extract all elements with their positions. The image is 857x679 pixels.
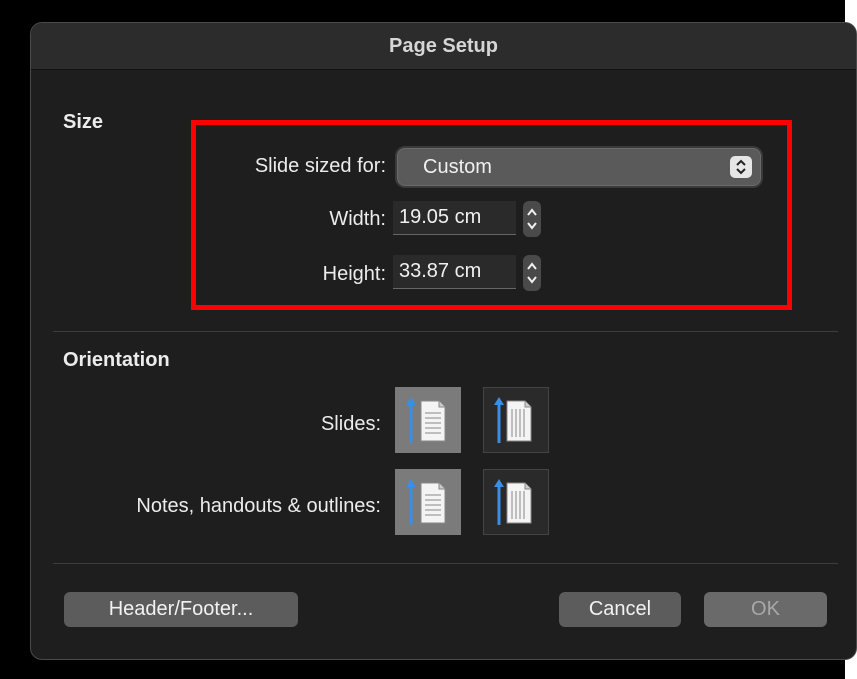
slide-size-select-value: Custom [423,155,492,178]
slides-landscape-button[interactable] [483,387,549,453]
updown-chevron-icon [730,156,752,178]
slide-sized-for-label: Slide sized for: [254,155,386,177]
size-section-title: Size [63,111,104,133]
landscape-orientation-icon [494,397,532,443]
slide-size-select[interactable]: Custom [397,148,761,186]
height-input[interactable]: 33.87 cm [393,255,516,289]
dialog-titlebar: Page Setup [31,23,856,70]
slides-portrait-button[interactable] [395,387,461,453]
stepper-arrows-icon [527,262,537,284]
header-footer-button[interactable]: Header/Footer... [64,592,298,627]
width-stepper[interactable] [523,201,541,237]
portrait-orientation-icon [406,479,446,525]
height-label: Height: [322,263,386,285]
stepper-arrows-icon [527,208,537,230]
section-divider [53,563,838,564]
height-stepper[interactable] [523,255,541,291]
width-input[interactable]: 19.05 cm [393,201,516,235]
slides-orientation-label: Slides: [320,413,381,435]
ok-button[interactable]: OK [704,592,827,627]
notes-orientation-label: Notes, handouts & outlines: [136,495,381,517]
landscape-orientation-icon [494,479,532,525]
orientation-section-title: Orientation [63,349,170,371]
cancel-button[interactable]: Cancel [559,592,681,627]
notes-landscape-button[interactable] [483,469,549,535]
width-label: Width: [329,208,386,230]
page-setup-dialog: Page Setup Size Slide sized for: Custom … [30,22,857,660]
section-divider [53,331,838,332]
dialog-title: Page Setup [389,34,498,57]
portrait-orientation-icon [406,397,446,443]
notes-portrait-button[interactable] [395,469,461,535]
